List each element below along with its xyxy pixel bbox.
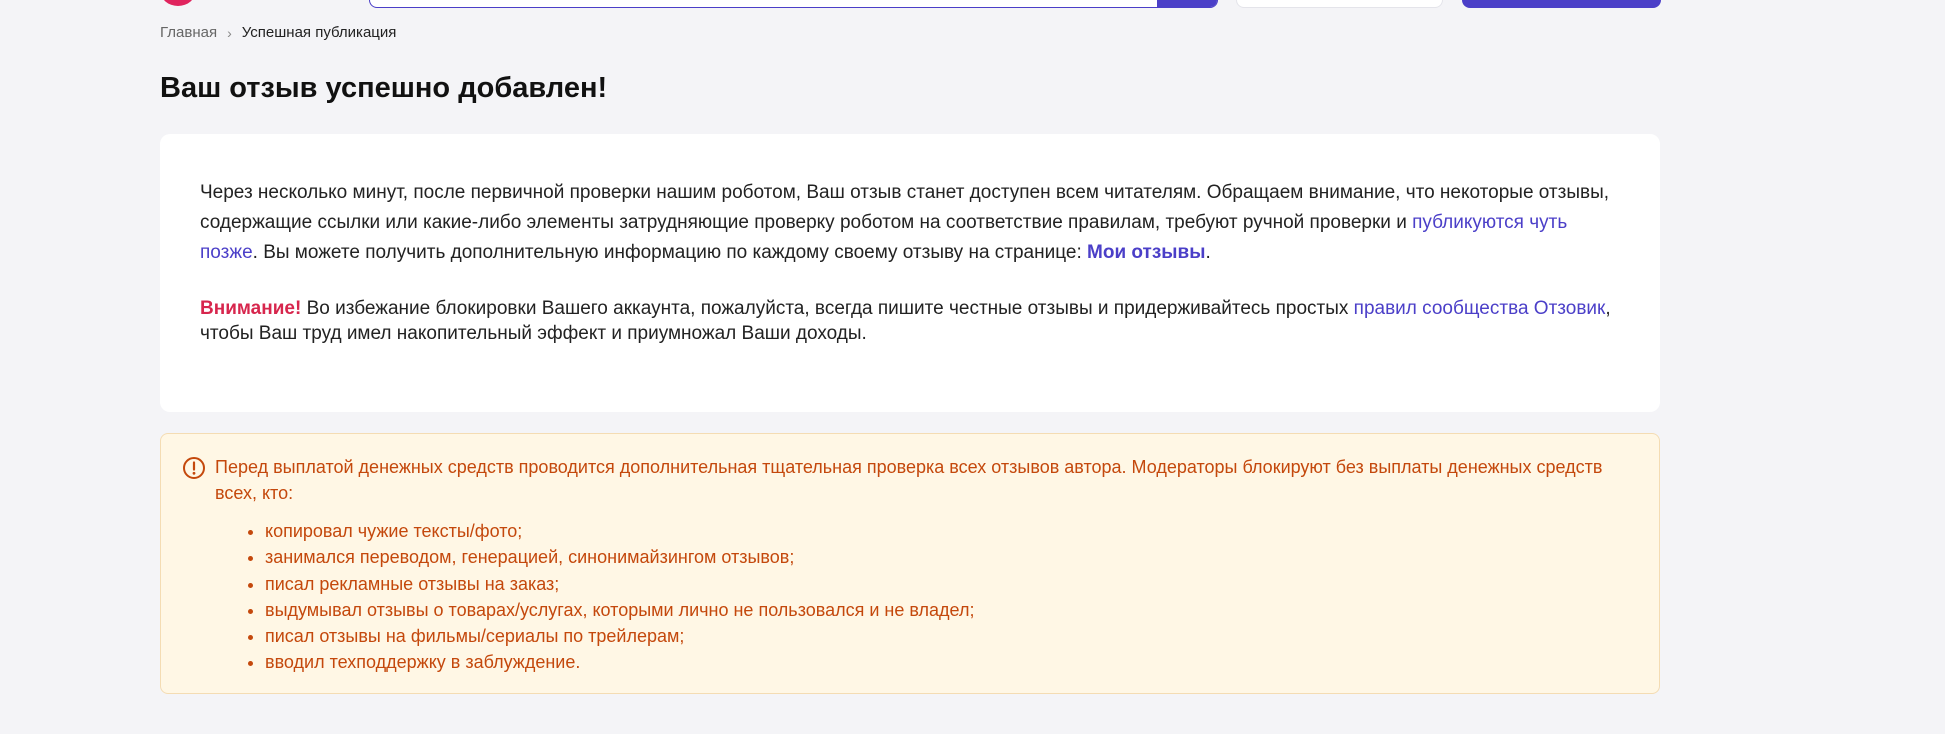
warning-label: Внимание! <box>200 298 302 319</box>
notice-list: копировал чужие тексты/фото; занимался п… <box>215 518 1619 676</box>
warning-text-1: Во избежание блокировки Вашего аккаунта,… <box>301 298 1354 319</box>
list-item: занимался переводом, генерацией, синоним… <box>265 544 1619 570</box>
notice-text: Перед выплатой денежных средств проводит… <box>215 457 1603 503</box>
search-button[interactable] <box>1157 0 1217 7</box>
list-item: копировал чужие тексты/фото; <box>265 518 1619 544</box>
list-item: вводил техподдержку в заблуждение. <box>265 649 1619 675</box>
page: Главная › Успешная публикация Ваш отзыв … <box>0 0 1945 734</box>
page-title: Ваш отзыв успешно добавлен! <box>160 72 608 104</box>
list-item: писал отзывы на фильмы/сериалы по трейле… <box>265 623 1619 649</box>
community-rules-link[interactable]: правил сообщества Отзовик <box>1354 298 1606 319</box>
breadcrumb-current: Успешная публикация <box>241 24 397 41</box>
region-select[interactable] <box>1236 0 1443 8</box>
payout-notice: Перед выплатой денежных средств проводит… <box>160 433 1660 694</box>
site-logo[interactable] <box>160 0 196 6</box>
success-card: Через несколько минут, после первичной п… <box>160 134 1660 412</box>
warning-paragraph: Внимание! Во избежание блокировки Вашего… <box>200 296 1620 346</box>
add-review-button[interactable] <box>1462 0 1661 8</box>
breadcrumb-separator: › <box>227 24 232 41</box>
my-reviews-link[interactable]: Мои отзывы <box>1087 242 1205 263</box>
search-input[interactable] <box>370 0 1159 7</box>
breadcrumb: Главная › Успешная публикация <box>160 24 396 41</box>
breadcrumb-home-link[interactable]: Главная <box>160 24 217 41</box>
list-item: писал рекламные отзывы на заказ; <box>265 571 1619 597</box>
search-box <box>369 0 1218 8</box>
info-text-end: . <box>1205 242 1211 263</box>
info-paragraph: Через несколько минут, после первичной п… <box>200 178 1620 268</box>
info-text-1: Через несколько минут, после первичной п… <box>200 182 1610 233</box>
info-text-2: . Вы можете получить дополнительную инфо… <box>252 242 1088 263</box>
list-item: выдумывал отзывы о товарах/услугах, кото… <box>265 597 1619 623</box>
exclamation-circle-icon <box>183 457 205 479</box>
